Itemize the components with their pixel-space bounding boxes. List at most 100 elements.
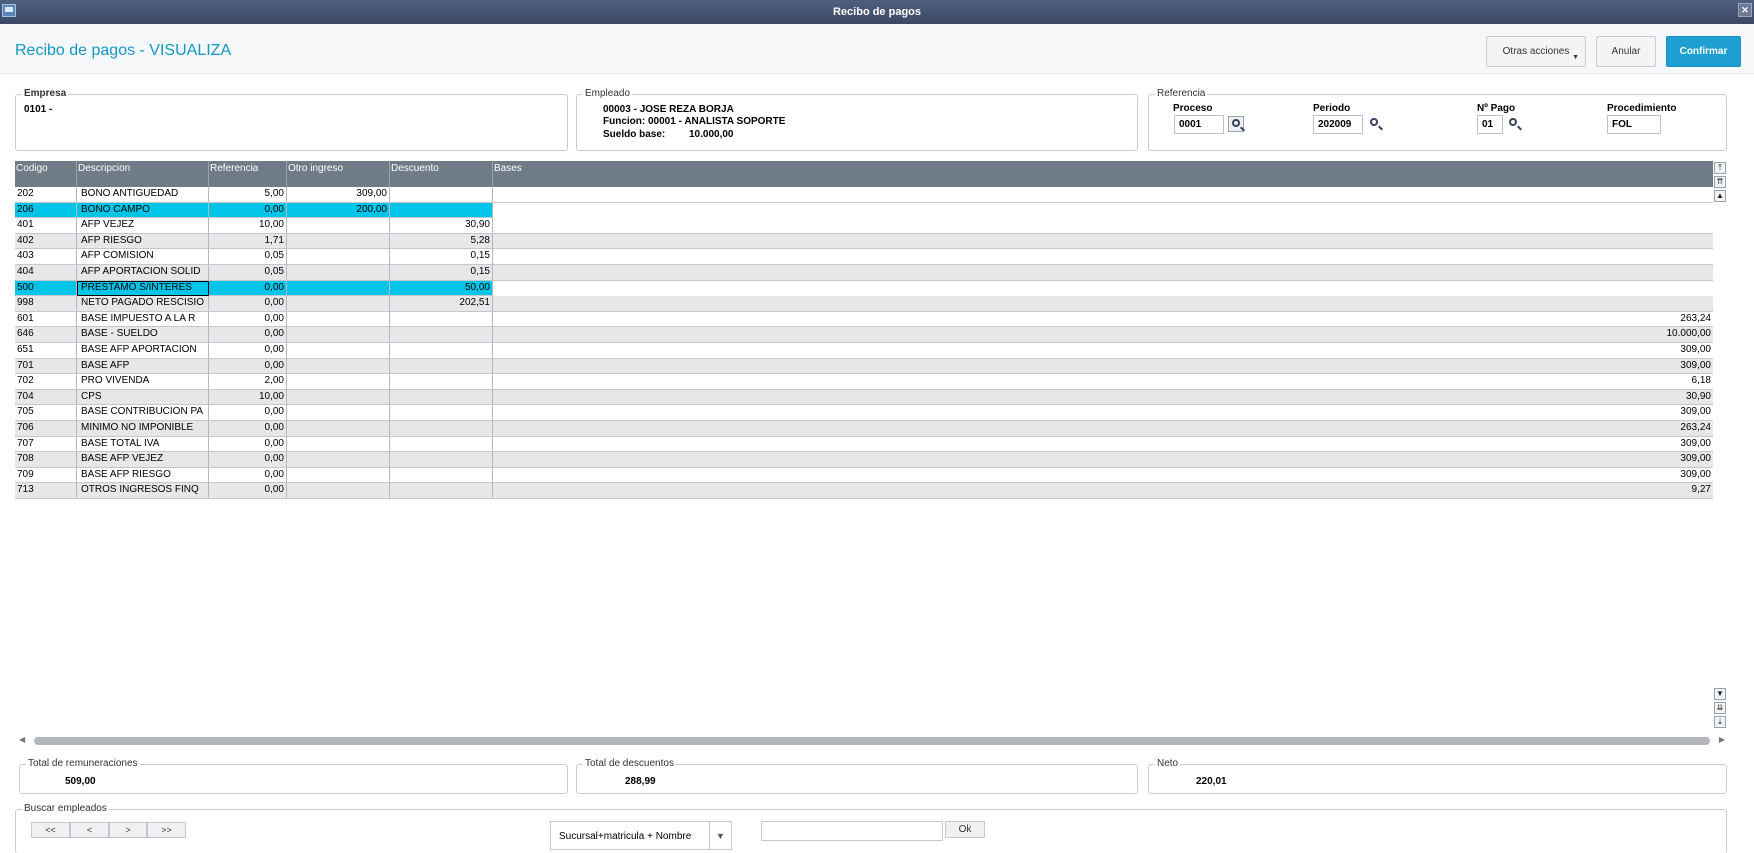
cell-descuento[interactable] bbox=[390, 452, 493, 468]
table-row[interactable]: 713 OTROS INGRESOS FINQ 0,00 9,27 bbox=[15, 483, 1713, 499]
table-row[interactable]: 707 BASE TOTAL IVA 0,00 309,00 bbox=[15, 436, 1713, 453]
cell-descuento[interactable]: 5,28 bbox=[390, 233, 493, 249]
cell-descripcion[interactable]: AFP RIESGO bbox=[77, 233, 209, 249]
cell-codigo[interactable]: 202 bbox=[15, 187, 77, 202]
cell-otro-ingreso[interactable] bbox=[287, 358, 390, 374]
cell-bases[interactable] bbox=[493, 281, 1713, 296]
cell-descuento[interactable] bbox=[390, 202, 493, 218]
scroll-top-icon[interactable]: ⤒ bbox=[1714, 162, 1726, 174]
procedimiento-input[interactable]: FOL bbox=[1607, 115, 1661, 134]
cell-codigo[interactable]: 646 bbox=[15, 327, 77, 343]
cell-codigo[interactable]: 709 bbox=[15, 467, 77, 483]
cell-descuento[interactable] bbox=[390, 358, 493, 374]
cell-otro-ingreso[interactable] bbox=[287, 421, 390, 436]
cell-descuento[interactable] bbox=[390, 389, 493, 405]
close-icon[interactable]: ✕ bbox=[1738, 3, 1752, 17]
cell-descripcion[interactable]: BASE AFP VEJEZ bbox=[77, 452, 209, 468]
cell-bases[interactable] bbox=[493, 187, 1713, 202]
col-descuento[interactable]: Descuento bbox=[390, 161, 493, 187]
cell-otro-ingreso[interactable] bbox=[287, 483, 390, 499]
scroll-down-icon[interactable]: ▼ bbox=[1714, 688, 1726, 700]
cell-bases[interactable]: 309,00 bbox=[493, 468, 1713, 483]
otras-acciones-button[interactable]: Otras acciones ▼ bbox=[1486, 36, 1586, 67]
table-row[interactable]: 998 NETO PAGADO RESCISIO 0,00 202,51 bbox=[15, 296, 1713, 312]
cell-bases[interactable]: 309,00 bbox=[493, 437, 1713, 452]
cell-referencia[interactable]: 0,00 bbox=[209, 452, 287, 468]
cell-descripcion[interactable]: AFP COMISION bbox=[77, 249, 209, 265]
table-row[interactable]: 708 BASE AFP VEJEZ 0,00 309,00 bbox=[15, 452, 1713, 468]
cell-bases[interactable] bbox=[493, 203, 1713, 218]
proceso-search-icon[interactable] bbox=[1228, 116, 1244, 132]
table-row[interactable]: 402 AFP RIESGO 1,71 5,28 bbox=[15, 233, 1713, 250]
cell-otro-ingreso[interactable] bbox=[287, 467, 390, 483]
cell-codigo[interactable]: 403 bbox=[15, 249, 77, 265]
ok-button[interactable]: Ok bbox=[945, 821, 985, 838]
cell-referencia[interactable]: 0,00 bbox=[209, 311, 287, 327]
search-order-select[interactable]: Sucursal+matricula + Nombre ▼ bbox=[550, 821, 732, 850]
proceso-input[interactable]: 0001 bbox=[1174, 115, 1224, 134]
horizontal-scroll-thumb[interactable] bbox=[34, 737, 1710, 745]
cell-descuento[interactable]: 0,15 bbox=[390, 265, 493, 280]
cell-codigo[interactable]: 206 bbox=[15, 202, 77, 218]
table-row[interactable]: 500 PRESTAMO S/INTERES 0,00 50,00 bbox=[15, 280, 493, 297]
cell-bases[interactable]: 30,90 bbox=[493, 390, 1713, 405]
cell-descuento[interactable]: 202,51 bbox=[390, 296, 493, 312]
cell-otro-ingreso[interactable] bbox=[287, 436, 390, 452]
cell-codigo[interactable]: 702 bbox=[15, 374, 77, 390]
cell-bases[interactable]: 309,00 bbox=[493, 452, 1713, 467]
cell-referencia[interactable]: 0,00 bbox=[209, 405, 287, 421]
table-row[interactable]: 206 BONO CAMPO 0,00 200,00 bbox=[15, 202, 493, 219]
cell-bases[interactable]: 309,00 bbox=[493, 405, 1713, 420]
cell-descripcion[interactable]: BASE AFP bbox=[77, 358, 209, 374]
cell-otro-ingreso[interactable] bbox=[287, 265, 390, 280]
periodo-input[interactable]: 202009 bbox=[1313, 115, 1363, 134]
cell-descripcion[interactable]: BASE TOTAL IVA bbox=[77, 436, 209, 452]
col-codigo[interactable]: Codigo bbox=[15, 161, 77, 187]
cell-codigo[interactable]: 998 bbox=[15, 296, 77, 312]
cell-otro-ingreso[interactable] bbox=[287, 311, 390, 327]
cell-codigo[interactable]: 705 bbox=[15, 405, 77, 421]
table-row[interactable]: 601 BASE IMPUESTO A LA R 0,00 263,24 bbox=[15, 311, 1713, 328]
table-row[interactable]: 709 BASE AFP RIESGO 0,00 309,00 bbox=[15, 467, 1713, 484]
cell-descripcion[interactable]: OTROS INGRESOS FINQ bbox=[77, 483, 209, 499]
scroll-page-up-icon[interactable]: ⇈ bbox=[1714, 176, 1726, 188]
cell-descripcion[interactable]: BASE AFP RIESGO bbox=[77, 467, 209, 483]
table-row[interactable]: 202 BONO ANTIGUEDAD 5,00 309,00 bbox=[15, 187, 1713, 203]
chevron-down-icon[interactable]: ▼ bbox=[709, 822, 731, 849]
cell-descuento[interactable] bbox=[390, 421, 493, 436]
table-row[interactable]: 704 CPS 10,00 30,90 bbox=[15, 389, 1713, 406]
npago-search-icon[interactable] bbox=[1506, 116, 1522, 132]
cell-referencia[interactable]: 0,00 bbox=[209, 280, 287, 296]
cell-codigo[interactable]: 401 bbox=[15, 218, 77, 234]
cell-referencia[interactable]: 0,00 bbox=[209, 483, 287, 499]
cell-referencia[interactable]: 1,71 bbox=[209, 233, 287, 249]
cell-referencia[interactable]: 0,00 bbox=[209, 343, 287, 358]
cell-codigo[interactable]: 402 bbox=[15, 233, 77, 249]
npago-input[interactable]: 01 bbox=[1477, 115, 1503, 134]
cell-descripcion[interactable]: AFP APORTACION SOLID bbox=[77, 265, 209, 280]
cell-otro-ingreso[interactable] bbox=[287, 452, 390, 468]
cell-descripcion[interactable]: NETO PAGADO RESCISIO bbox=[77, 296, 209, 312]
cell-descuento[interactable] bbox=[390, 327, 493, 343]
grid-vertical-scrollbar[interactable]: ⤒ ⇈ ▲ ▼ ⇊ ⤓ bbox=[1713, 161, 1727, 728]
cell-descripcion[interactable]: PRO VIVENDA bbox=[77, 374, 209, 390]
col-otro-ingreso[interactable]: Otro ingreso bbox=[287, 161, 390, 187]
confirmar-button[interactable]: Confirmar bbox=[1666, 36, 1741, 67]
cell-referencia[interactable]: 0,05 bbox=[209, 249, 287, 265]
cell-bases[interactable]: 10.000,00 bbox=[493, 327, 1713, 342]
cell-descuento[interactable] bbox=[390, 436, 493, 452]
cell-descuento[interactable] bbox=[390, 311, 493, 327]
cell-descripcion[interactable]: CPS bbox=[77, 389, 209, 405]
next-record-button[interactable]: > bbox=[109, 822, 147, 838]
cell-descripcion[interactable]: BASE CONTRIBUCION PA bbox=[77, 405, 209, 421]
table-row[interactable]: 404 AFP APORTACION SOLID 0,05 0,15 bbox=[15, 265, 1713, 281]
cell-bases[interactable] bbox=[493, 234, 1713, 249]
cell-descuento[interactable]: 0,15 bbox=[390, 249, 493, 265]
cell-codigo[interactable]: 704 bbox=[15, 389, 77, 405]
cell-descuento[interactable] bbox=[390, 343, 493, 358]
cell-descripcion[interactable]: BASE - SUELDO bbox=[77, 327, 209, 343]
cell-otro-ingreso[interactable] bbox=[287, 296, 390, 312]
cell-otro-ingreso[interactable] bbox=[287, 218, 390, 234]
cell-bases[interactable] bbox=[493, 296, 1713, 311]
cell-bases[interactable]: 263,24 bbox=[493, 421, 1713, 436]
